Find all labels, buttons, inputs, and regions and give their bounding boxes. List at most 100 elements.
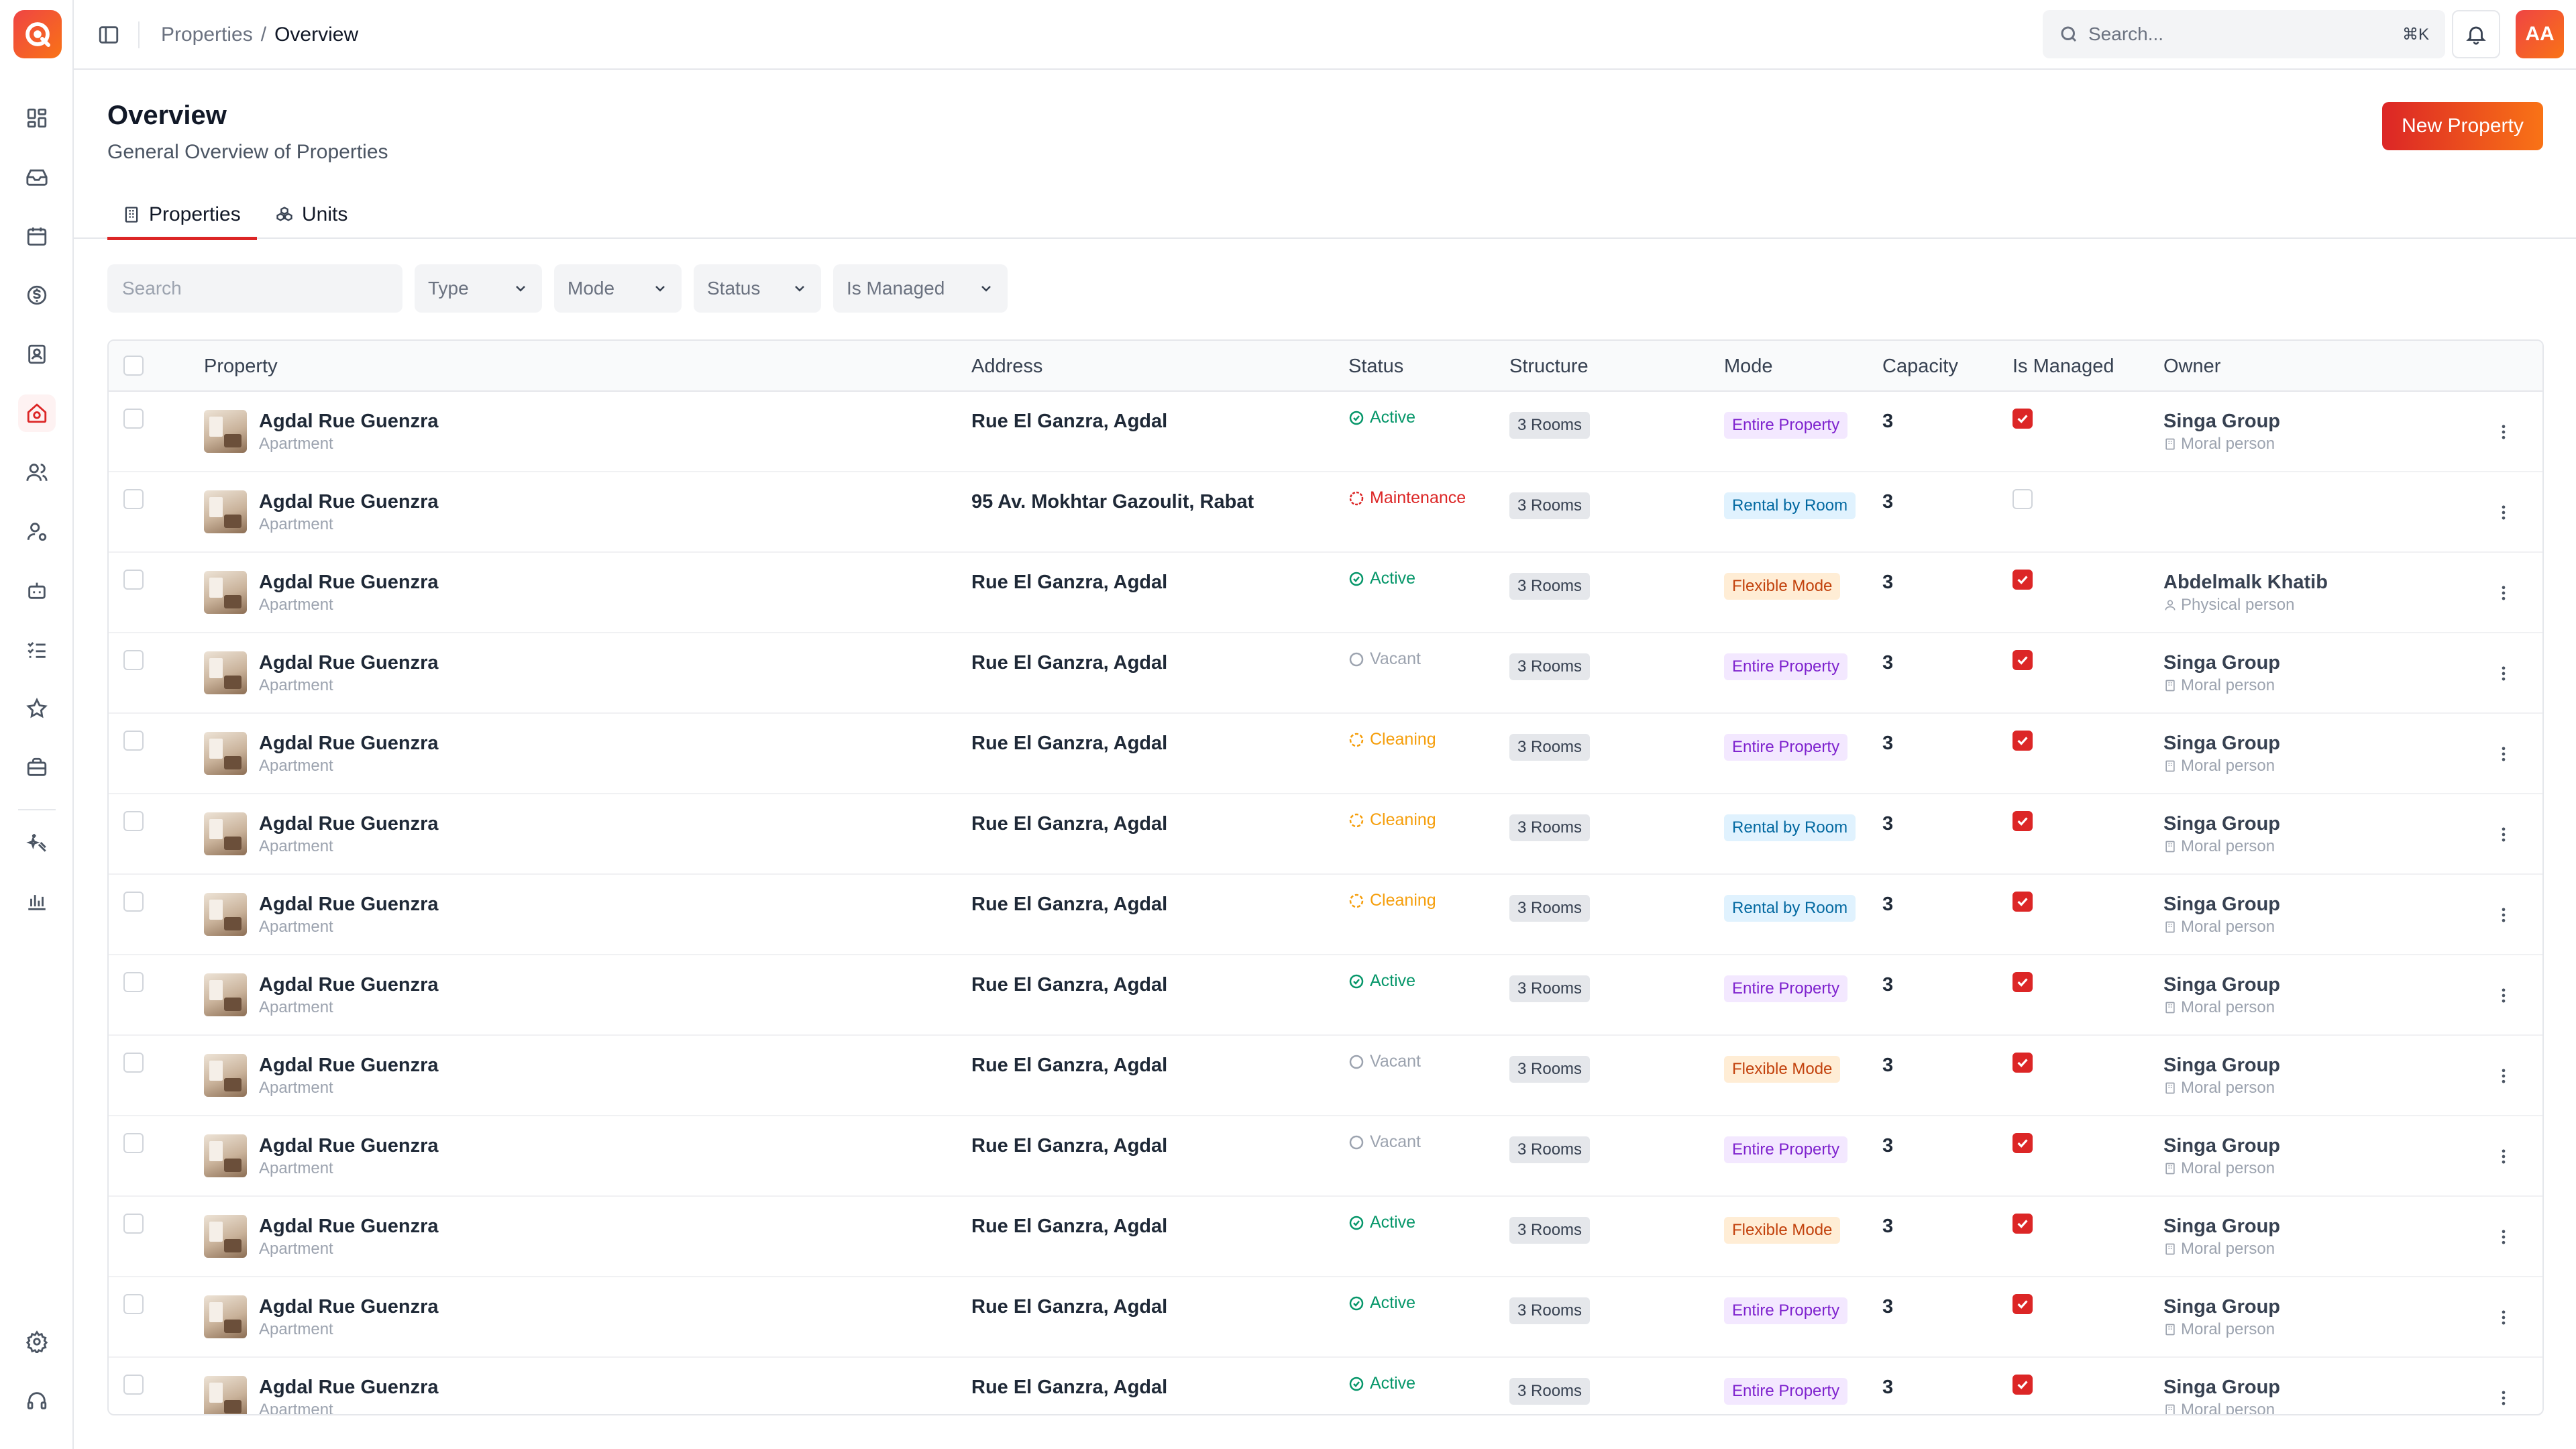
property-name[interactable]: Agdal Rue Guenzra: [259, 813, 439, 835]
table-row[interactable]: Agdal Rue Guenzra Apartment Rue El Ganzra,…: [109, 875, 2542, 955]
row-actions-button[interactable]: [2490, 419, 2517, 445]
managed-checkbox[interactable]: [2012, 731, 2033, 751]
property-name[interactable]: Agdal Rue Guenzra: [259, 974, 439, 996]
bar-chart-icon[interactable]: [18, 883, 56, 920]
row-actions-button[interactable]: [2490, 982, 2517, 1009]
row-actions-button[interactable]: [2490, 499, 2517, 526]
managed-filter[interactable]: Is Managed: [833, 264, 1008, 313]
notifications-button[interactable]: [2452, 10, 2500, 58]
table-row[interactable]: Agdal Rue Guenzra Apartment Rue El Ganzra,…: [109, 1277, 2542, 1358]
checklist-icon[interactable]: [18, 631, 56, 668]
managed-checkbox[interactable]: [2012, 409, 2033, 429]
row-checkbox[interactable]: [123, 1294, 144, 1314]
table-row[interactable]: Agdal Rue Guenzra Apartment Rue El Ganzra,…: [109, 794, 2542, 875]
row-checkbox[interactable]: [123, 892, 144, 912]
owner-name[interactable]: Singa Group: [2163, 1216, 2280, 1238]
property-name[interactable]: Agdal Rue Guenzra: [259, 1296, 439, 1318]
status-filter[interactable]: Status: [694, 264, 821, 313]
row-checkbox[interactable]: [123, 1214, 144, 1234]
filter-search-input[interactable]: [107, 264, 402, 313]
user-gear-icon[interactable]: [18, 513, 56, 550]
table-row[interactable]: Agdal Rue Guenzra Apartment Rue El Ganzra,…: [109, 392, 2542, 472]
property-name[interactable]: Agdal Rue Guenzra: [259, 411, 439, 433]
table-row[interactable]: Agdal Rue Guenzra Apartment Rue El Ganzra,…: [109, 955, 2542, 1036]
type-filter[interactable]: Type: [415, 264, 542, 313]
column-managed[interactable]: Is Managed: [2012, 341, 2114, 392]
owner-name[interactable]: Singa Group: [2163, 652, 2280, 674]
users-icon[interactable]: [18, 453, 56, 491]
property-name[interactable]: Agdal Rue Guenzra: [259, 1216, 439, 1238]
owner-name[interactable]: Singa Group: [2163, 974, 2280, 996]
owner-name[interactable]: Singa Group: [2163, 813, 2280, 835]
tab-units[interactable]: Units: [275, 191, 347, 239]
property-name[interactable]: Agdal Rue Guenzra: [259, 1055, 439, 1077]
column-status[interactable]: Status: [1348, 341, 1403, 392]
property-name[interactable]: Agdal Rue Guenzra: [259, 1377, 439, 1399]
column-structure[interactable]: Structure: [1509, 341, 1589, 392]
managed-checkbox[interactable]: [2012, 650, 2033, 670]
table-row[interactable]: Agdal Rue Guenzra Apartment 95 Av. Mokhtar…: [109, 472, 2542, 553]
contact-book-icon[interactable]: [18, 335, 56, 373]
home-icon[interactable]: [18, 394, 56, 432]
row-actions-button[interactable]: [2490, 1224, 2517, 1250]
row-checkbox[interactable]: [123, 650, 144, 670]
sidebar-toggle-icon[interactable]: [94, 20, 123, 50]
row-actions-button[interactable]: [2490, 902, 2517, 928]
row-actions-button[interactable]: [2490, 1304, 2517, 1331]
row-actions-button[interactable]: [2490, 580, 2517, 606]
column-capacity[interactable]: Capacity: [1882, 341, 1958, 392]
managed-checkbox[interactable]: [2012, 570, 2033, 590]
managed-checkbox[interactable]: [2012, 1375, 2033, 1395]
row-checkbox[interactable]: [123, 570, 144, 590]
property-name[interactable]: Agdal Rue Guenzra: [259, 733, 439, 755]
owner-name[interactable]: Singa Group: [2163, 1055, 2280, 1077]
column-owner[interactable]: Owner: [2163, 341, 2220, 392]
owner-name[interactable]: Singa Group: [2163, 1377, 2280, 1399]
row-actions-button[interactable]: [2490, 660, 2517, 687]
gear-icon[interactable]: [18, 1323, 56, 1360]
owner-name[interactable]: Singa Group: [2163, 1296, 2280, 1318]
owner-name[interactable]: Singa Group: [2163, 894, 2280, 916]
column-mode[interactable]: Mode: [1724, 341, 1773, 392]
global-search[interactable]: ⌘K: [2043, 10, 2445, 58]
table-row[interactable]: Agdal Rue Guenzra Apartment Rue El Ganzra,…: [109, 1116, 2542, 1197]
owner-name[interactable]: Singa Group: [2163, 411, 2280, 433]
breadcrumb-parent[interactable]: Properties: [161, 21, 253, 48]
headset-icon[interactable]: [18, 1382, 56, 1419]
row-checkbox[interactable]: [123, 409, 144, 429]
bot-icon[interactable]: [18, 572, 56, 609]
property-name[interactable]: Agdal Rue Guenzra: [259, 572, 439, 594]
owner-name[interactable]: Singa Group: [2163, 1135, 2280, 1157]
inbox-icon[interactable]: [18, 158, 56, 196]
table-row[interactable]: Agdal Rue Guenzra Apartment Rue El Ganzra,…: [109, 1197, 2542, 1277]
row-actions-button[interactable]: [2490, 821, 2517, 848]
dollar-icon[interactable]: [18, 276, 56, 314]
briefcase-icon[interactable]: [18, 749, 56, 786]
avatar[interactable]: AA: [2516, 10, 2564, 58]
table-row[interactable]: Agdal Rue Guenzra Apartment Rue El Ganzra,…: [109, 1036, 2542, 1116]
dashboard-icon[interactable]: [18, 99, 56, 137]
sparkle-icon[interactable]: [18, 824, 56, 861]
managed-checkbox[interactable]: [2012, 892, 2033, 912]
managed-checkbox[interactable]: [2012, 1133, 2033, 1153]
row-checkbox[interactable]: [123, 1053, 144, 1073]
row-actions-button[interactable]: [2490, 741, 2517, 767]
table-row[interactable]: Agdal Rue Guenzra Apartment Rue El Ganzra,…: [109, 1358, 2542, 1414]
managed-checkbox[interactable]: [2012, 811, 2033, 831]
tab-properties[interactable]: Properties: [107, 191, 257, 240]
search-input[interactable]: [2088, 23, 2402, 45]
row-checkbox[interactable]: [123, 972, 144, 992]
row-checkbox[interactable]: [123, 489, 144, 509]
calendar-icon[interactable]: [18, 217, 56, 255]
table-row[interactable]: Agdal Rue Guenzra Apartment Rue El Ganzra,…: [109, 714, 2542, 794]
row-actions-button[interactable]: [2490, 1385, 2517, 1411]
row-actions-button[interactable]: [2490, 1063, 2517, 1089]
table-row[interactable]: Agdal Rue Guenzra Apartment Rue El Ganzra,…: [109, 553, 2542, 633]
table-row[interactable]: Agdal Rue Guenzra Apartment Rue El Ganzra,…: [109, 633, 2542, 714]
managed-checkbox[interactable]: [2012, 972, 2033, 992]
column-property[interactable]: Property: [204, 341, 278, 392]
property-name[interactable]: Agdal Rue Guenzra: [259, 894, 439, 916]
row-checkbox[interactable]: [123, 731, 144, 751]
app-logo-icon[interactable]: [13, 10, 62, 58]
column-address[interactable]: Address: [971, 341, 1042, 392]
